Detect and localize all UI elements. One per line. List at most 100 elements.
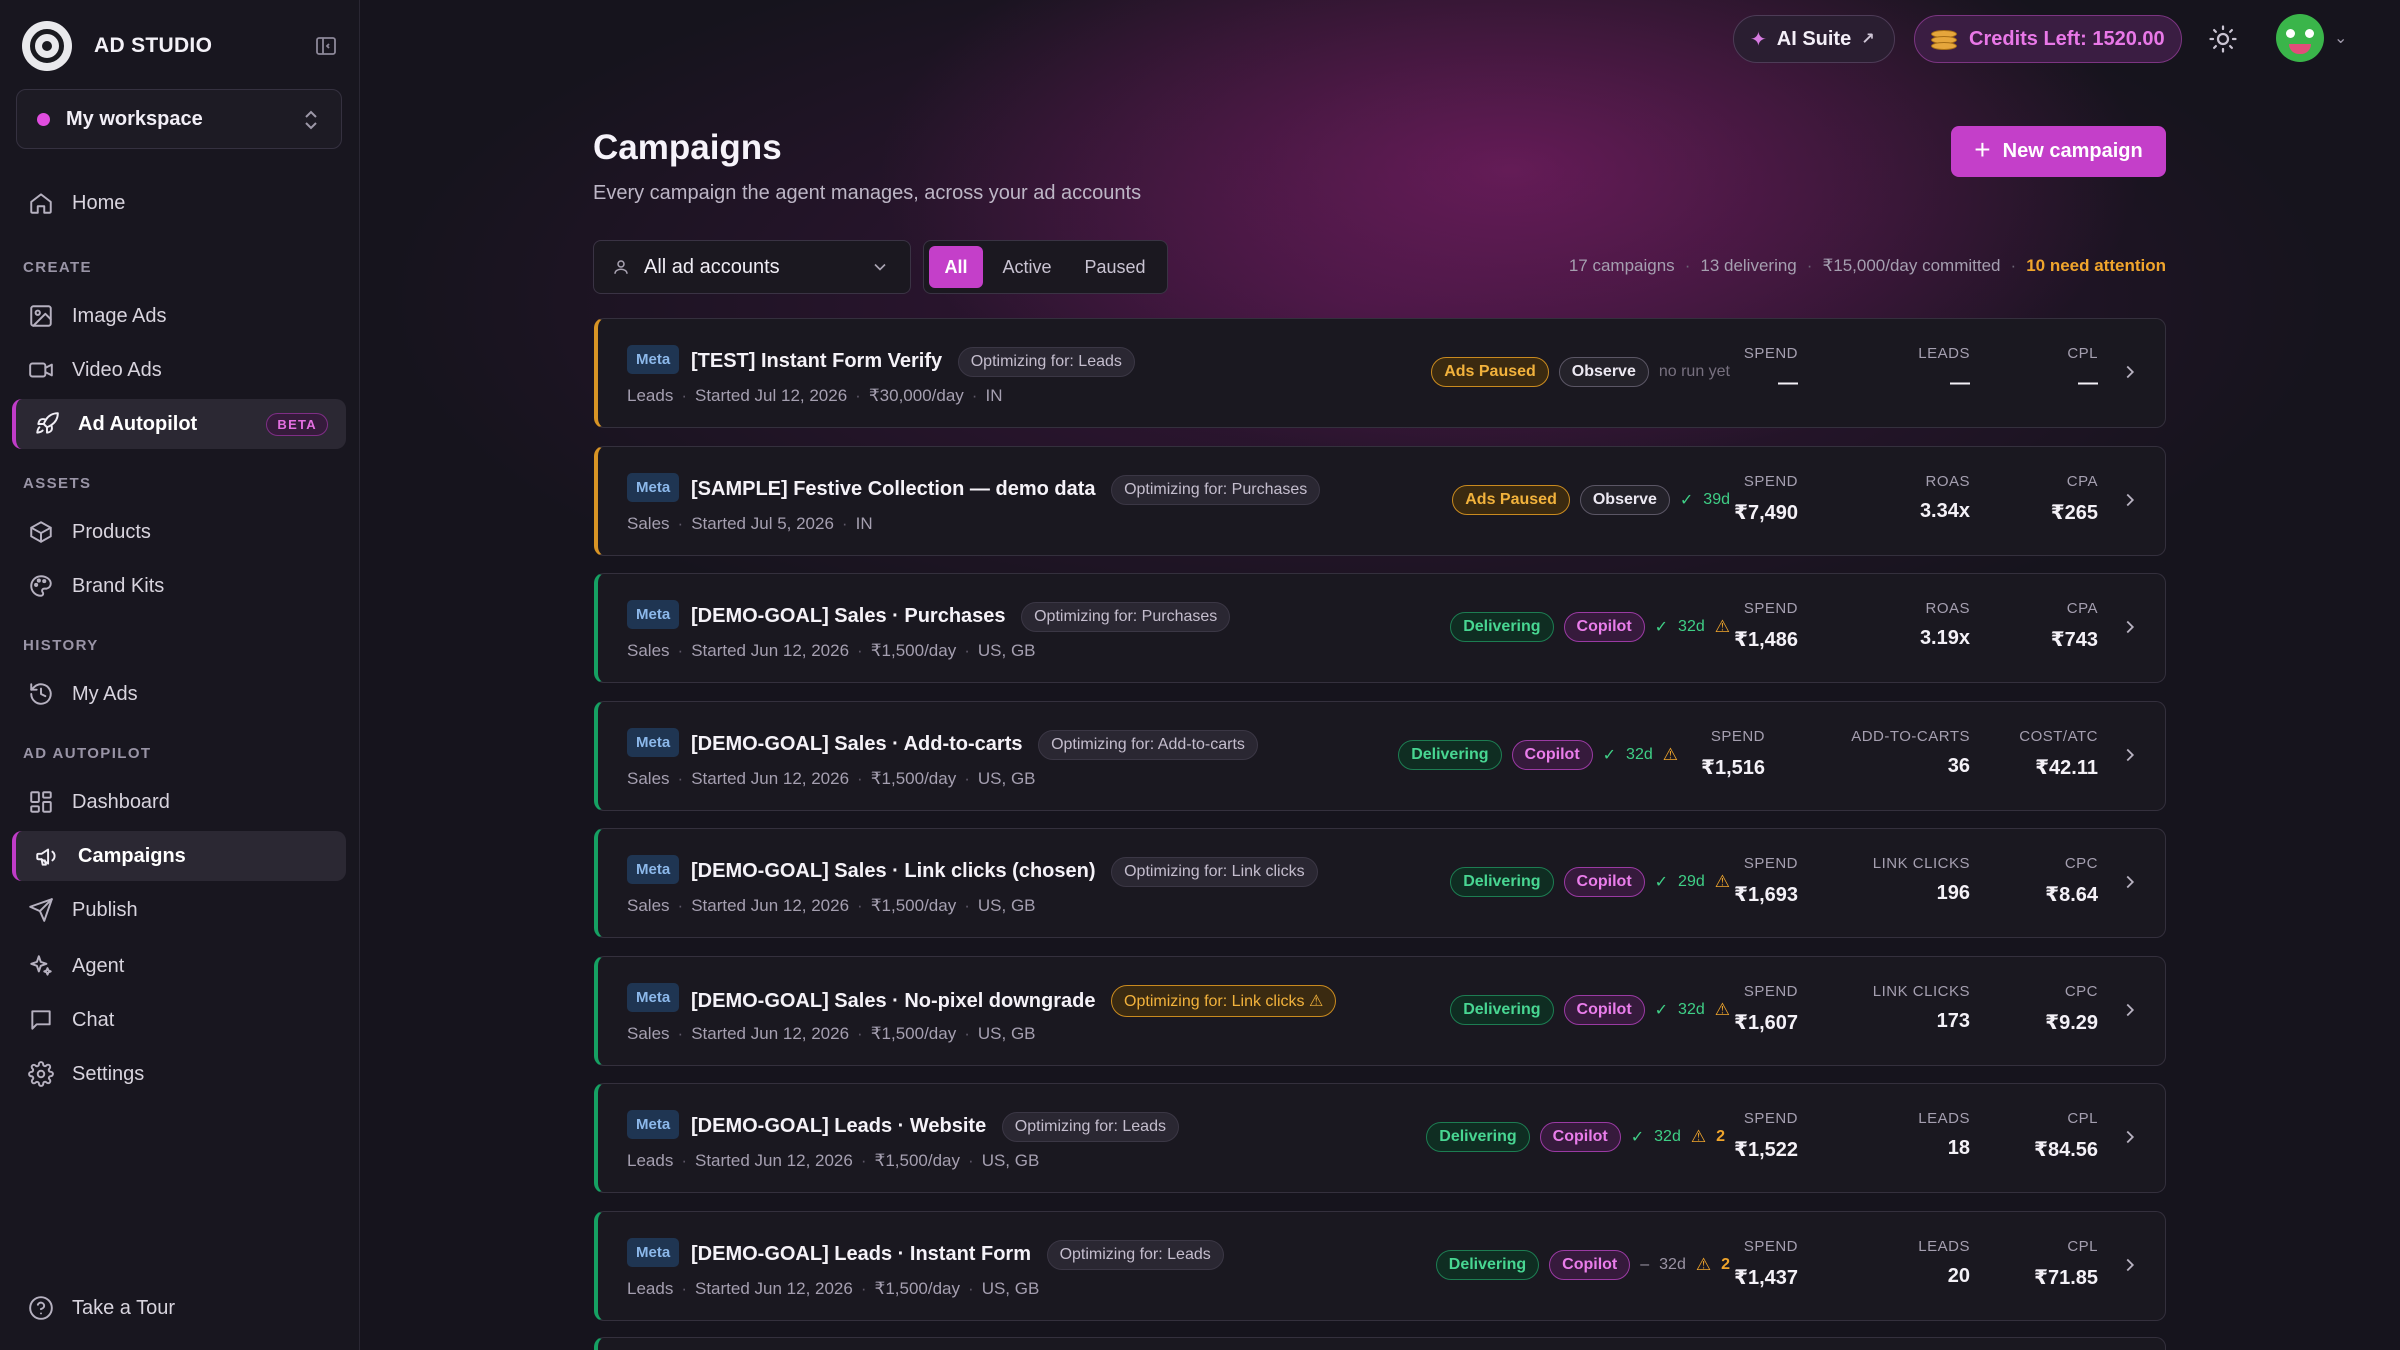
ad-account-select[interactable]: All ad accounts <box>593 240 911 294</box>
nav-video-ads[interactable]: Video Ads <box>12 345 346 395</box>
metric-m3: CPC ₹9.29 <box>2045 983 2098 1035</box>
metric-value: ₹1,693 <box>1734 884 1798 906</box>
campaign-row[interactable]: Meta [TEST] Instant Form Verify Optimizi… <box>594 318 2166 428</box>
section-history: HISTORY <box>23 637 99 654</box>
campaign-name[interactable]: [DEMO-GOAL] Leads · Website <box>691 1115 986 1137</box>
metric-m3: CPL — <box>2067 345 2098 395</box>
status-badge: Delivering <box>1450 867 1554 897</box>
metric-m1: SPEND ₹1,516 <box>1701 728 1765 780</box>
metric-label: CPL <box>2067 345 2098 362</box>
tab-paused[interactable]: Paused <box>1071 246 1159 288</box>
nav-my-ads[interactable]: My Ads <box>12 669 346 719</box>
metric-label: ADD-TO-CARTS <box>1851 728 1970 745</box>
warning-icon[interactable]: ⚠ <box>1715 617 1730 637</box>
detail-started: Started Jun 12, 2026 <box>695 1151 853 1170</box>
nav-publish[interactable]: Publish <box>12 885 346 935</box>
nav-label: Publish <box>72 898 138 921</box>
optimizing-label: Optimizing for: Add-to-carts <box>1051 736 1245 753</box>
ai-suite-label: AI Suite <box>1776 27 1852 50</box>
nav-label: Image Ads <box>72 304 167 327</box>
warning-icon[interactable]: ⚠ <box>1715 872 1730 892</box>
warning-icon[interactable]: ⚠ <box>1715 1000 1730 1020</box>
metric-value: 173 <box>1936 1010 1970 1032</box>
campaign-row[interactable]: Meta [DEMO-GOAL] Sales · No-pixel downgr… <box>594 956 2166 1066</box>
campaign-name[interactable]: [TEST] Instant Form Verify <box>691 350 942 372</box>
chevron-right-icon[interactable] <box>2119 742 2141 768</box>
metric-value: ₹71.85 <box>2034 1267 2098 1289</box>
tab-all[interactable]: All <box>929 246 983 288</box>
summary-attention[interactable]: 10 need attention <box>2026 256 2166 276</box>
warning-icon[interactable]: ⚠ <box>1691 1127 1706 1147</box>
chevron-right-icon[interactable] <box>2119 487 2141 513</box>
chevron-right-icon[interactable] <box>2119 359 2141 385</box>
status-badge: Delivering <box>1426 1122 1530 1152</box>
nav-take-a-tour[interactable]: Take a Tour <box>12 1283 346 1333</box>
sparkle-icon: ✦ <box>1750 28 1767 51</box>
new-campaign-button[interactable]: + New campaign <box>1951 126 2166 177</box>
last-run: 29d <box>1678 873 1705 890</box>
campaign-name[interactable]: [DEMO-GOAL] Sales · Purchases <box>691 605 1006 627</box>
tab-active[interactable]: Active <box>983 246 1071 288</box>
detail-budget: ₹30,000/day <box>868 386 964 405</box>
credits-button[interactable]: Credits Left: 1520.00 <box>1914 15 2182 63</box>
campaign-name[interactable]: [DEMO-GOAL] Leads · Instant Form <box>691 1243 1031 1265</box>
send-icon <box>29 898 53 922</box>
metric-m2: LEADS 20 <box>1918 1238 1970 1288</box>
brand[interactable]: AD STUDIO <box>22 20 342 72</box>
platform-tag: Meta <box>627 728 680 757</box>
ai-suite-button[interactable]: ✦ AI Suite ↗ <box>1733 15 1895 63</box>
chevron-right-icon[interactable] <box>2119 1252 2141 1278</box>
campaign-row[interactable]: Meta [DEMO-GOAL] Sales · Purchases Optim… <box>594 573 2166 683</box>
nav-agent[interactable]: Agent <box>12 941 346 991</box>
status-badge: Ads Paused <box>1431 357 1549 387</box>
nav-products[interactable]: Products <box>12 507 346 557</box>
metric-m1: SPEND ₹1,693 <box>1734 855 1798 907</box>
metric-value: 3.19x <box>1919 627 1970 649</box>
platform-tag: Meta <box>627 1110 680 1139</box>
gear-icon <box>28 1061 54 1087</box>
nav-home[interactable]: Home <box>12 178 346 228</box>
campaign-row[interactable]: Meta [DEMO-GOAL] Leads · Website Optimiz… <box>594 1083 2166 1193</box>
nav-settings[interactable]: Settings <box>12 1049 346 1099</box>
sidebar-collapse-icon[interactable] <box>314 34 338 58</box>
metric-m3: CPA ₹265 <box>2051 473 2098 525</box>
campaign-name[interactable]: [SAMPLE] Festive Collection — demo data <box>691 478 1096 500</box>
chevron-right-icon[interactable] <box>2119 614 2141 640</box>
nav-chat[interactable]: Chat <box>12 995 346 1045</box>
nav-campaigns[interactable]: Campaigns <box>12 831 346 881</box>
chevron-right-icon[interactable] <box>2119 869 2141 895</box>
run-info: ✓ 32d ⚠ <box>1603 745 1678 765</box>
chat-icon <box>31 1010 51 1030</box>
detail-geo: US, GB <box>977 641 1036 660</box>
detail-geo: IN <box>985 386 1003 405</box>
user-avatar[interactable] <box>2276 14 2324 62</box>
nav-label: Agent <box>72 954 125 977</box>
nav-brand-kits[interactable]: Brand Kits <box>12 561 346 611</box>
chevron-right-icon[interactable] <box>2119 1124 2141 1150</box>
campaign-name[interactable]: [DEMO-GOAL] Sales · Add-to-carts <box>691 733 1023 755</box>
campaign-name[interactable]: [DEMO-GOAL] Sales · Link clicks (chosen) <box>691 860 1096 882</box>
sun-icon[interactable] <box>2208 24 2238 54</box>
warning-icon[interactable]: ⚠ <box>1663 745 1678 765</box>
campaign-name[interactable]: [DEMO-GOAL] Sales · No-pixel downgrade <box>691 990 1095 1012</box>
nav-image-ads[interactable]: Image Ads <box>12 291 346 341</box>
campaign-row-partial[interactable] <box>594 1337 2166 1350</box>
chevron-right-icon[interactable] <box>2119 997 2141 1023</box>
workspace-switcher[interactable]: My workspace <box>16 89 342 149</box>
nav-dashboard[interactable]: Dashboard <box>12 777 346 827</box>
chevron-down-icon[interactable]: ⌄ <box>2334 28 2347 48</box>
campaign-row[interactable]: Meta [DEMO-GOAL] Leads · Instant Form Op… <box>594 1211 2166 1321</box>
check-icon: ✓ <box>1679 492 1694 509</box>
section-create: CREATE <box>23 259 92 276</box>
metric-value: — <box>1950 372 1970 394</box>
campaign-row[interactable]: Meta [SAMPLE] Festive Collection — demo … <box>594 446 2166 556</box>
campaign-row[interactable]: Meta [DEMO-GOAL] Sales · Add-to-carts Op… <box>594 701 2166 811</box>
detail-budget: ₹1,500/day <box>870 1024 957 1043</box>
nav-ad-autopilot[interactable]: Ad Autopilot BETA <box>12 399 346 449</box>
ad-account-select-value: All ad accounts <box>644 255 780 278</box>
run-info: no run yet <box>1659 363 1730 381</box>
campaign-details: Sales · Started Jun 12, 2026 · ₹1,500/day · US… <box>627 641 1036 660</box>
warning-icon[interactable]: ⚠ <box>1696 1255 1711 1275</box>
campaign-row[interactable]: Meta [DEMO-GOAL] Sales · Link clicks (ch… <box>594 828 2166 938</box>
metric-label: SPEND <box>1743 473 1798 490</box>
